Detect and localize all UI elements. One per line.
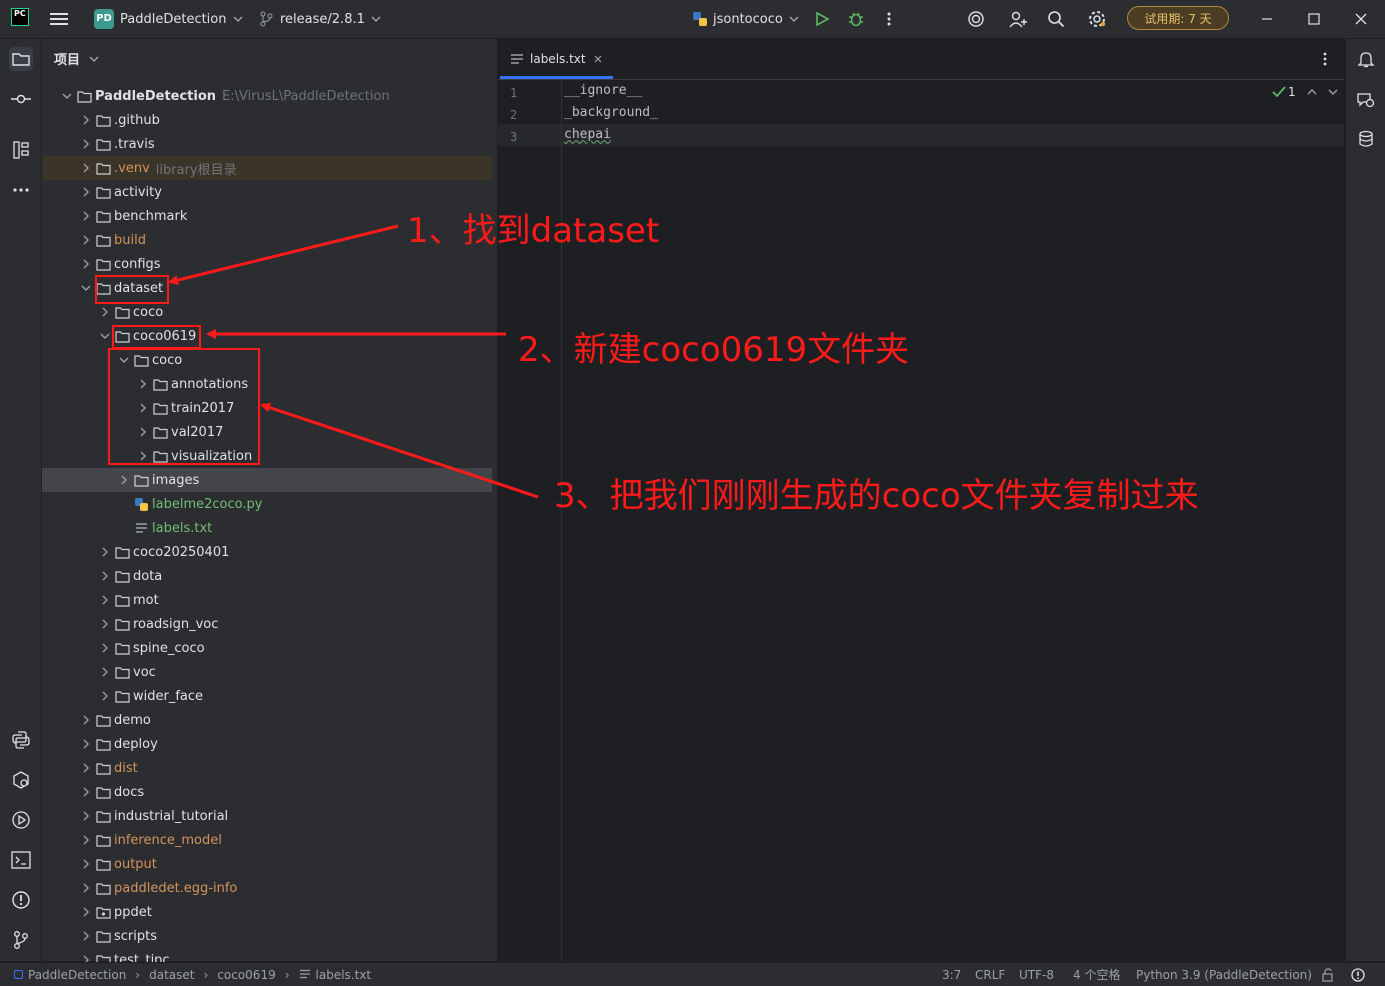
annotation-step1: 1、找到dataset (407, 211, 660, 251)
annotation-step2: 2、新建coco0619文件夹 (518, 330, 910, 370)
arrow-step3 (260, 402, 539, 499)
arrow-step1 (168, 224, 399, 285)
annotation-step3: 3、把我们刚刚生成的coco文件夹复制过来 (554, 476, 1199, 516)
